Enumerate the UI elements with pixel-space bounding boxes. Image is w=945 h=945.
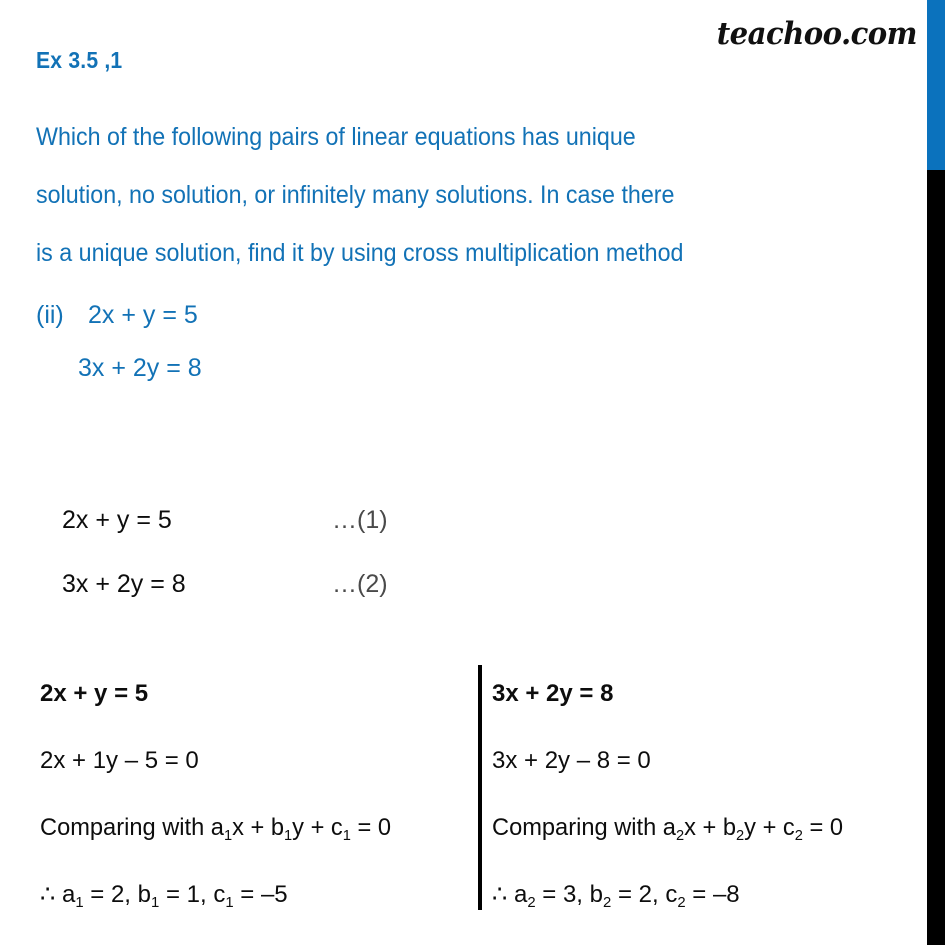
left-sub-c: 1: [342, 827, 351, 844]
question-line-1: Which of the following pairs of linear e…: [36, 123, 636, 151]
left-heading: 2x + y = 5: [40, 680, 149, 707]
right-coef-a-name: a: [513, 881, 528, 908]
right-comparing-mid-2: y + c: [744, 814, 795, 841]
left-coef-b-name: b: [137, 881, 151, 908]
question-part-block: (ii) 2x + y = 5 3x + 2y = 8: [36, 293, 202, 399]
part-equation-2: 3x + 2y = 8: [78, 354, 202, 382]
left-comparing-mid-1: x + b: [232, 814, 285, 841]
right-therefore-symbol: ∴: [492, 881, 508, 908]
left-coef-c-sub: 1: [225, 894, 234, 911]
right-standard-form: 3x + 2y – 8 = 0: [492, 747, 651, 774]
left-coef-a-sub: 1: [75, 894, 84, 911]
comparison-left-column: 2x + y = 5 2x + 1y – 5 = 0 Comparing wit…: [40, 660, 472, 928]
right-edge-black-strip: [927, 170, 945, 945]
equation-text: 3x + 2y = 8: [62, 570, 186, 598]
right-coef-b-sub: 2: [603, 894, 612, 911]
left-coef-b-sub: 1: [151, 894, 160, 911]
numbered-equation-row: 3x + 2y = 8 …(2): [62, 552, 388, 616]
right-coef-c-value: = –8: [685, 881, 740, 908]
left-comparing-line: Comparing with a1x + b1y + c1 = 0: [40, 794, 466, 861]
right-edge-blue-strip: [927, 0, 945, 170]
left-comparing-suffix: = 0: [350, 814, 392, 841]
left-coef-c-name: c: [213, 881, 226, 908]
right-comparing-mid-1: x + b: [684, 814, 737, 841]
left-coefficients-line: ∴ a1 = 2, b1 = 1, c1 = –5: [40, 861, 472, 928]
question-line-3: is a unique solution, find it by using c…: [36, 239, 684, 267]
right-coef-b-name: b: [589, 881, 603, 908]
part-first-line: (ii) 2x + y = 5: [36, 293, 202, 337]
part-equation-1: 2x + y = 5: [88, 301, 198, 329]
question-line-2: solution, no solution, or infinitely man…: [36, 181, 675, 209]
right-sub-c: 2: [794, 827, 803, 844]
right-coef-b-value: = 2,: [611, 881, 666, 908]
slide-canvas: teachoo.com Ex 3.5 ,1 Which of the follo…: [0, 0, 945, 945]
left-comparing-mid-2: y + c: [292, 814, 343, 841]
right-coef-a-sub: 2: [527, 894, 536, 911]
equation-tag: …(1): [332, 506, 388, 534]
right-heading: 3x + 2y = 8: [492, 680, 614, 707]
numbered-equation-list: 2x + y = 5 …(1) 3x + 2y = 8 …(2): [62, 488, 388, 616]
left-therefore-symbol: ∴: [40, 881, 56, 908]
right-comparing-suffix: = 0: [802, 814, 844, 841]
exercise-heading: Ex 3.5 ,1: [36, 47, 123, 73]
column-divider: [478, 665, 482, 910]
right-coef-c-name: c: [665, 881, 678, 908]
comparison-table: 2x + y = 5 2x + 1y – 5 = 0 Comparing wit…: [0, 660, 927, 911]
question-text-block: Which of the following pairs of linear e…: [36, 108, 916, 282]
left-sub-b: 1: [284, 827, 293, 844]
right-sub-b: 2: [736, 827, 745, 844]
left-coef-a-value: = 2,: [83, 881, 138, 908]
left-coef-a-name: a: [61, 881, 76, 908]
left-coef-b-value: = 1,: [159, 881, 214, 908]
comparison-right-column: 3x + 2y = 8 3x + 2y – 8 = 0 Comparing wi…: [492, 660, 927, 928]
right-coef-c-sub: 2: [677, 894, 686, 911]
numbered-equation-row: 2x + y = 5 …(1): [62, 488, 388, 552]
left-standard-form: 2x + 1y – 5 = 0: [40, 747, 199, 774]
part-label: (ii): [36, 301, 64, 329]
left-comparing-prefix: Comparing with a: [40, 814, 224, 841]
equation-text: 2x + y = 5: [62, 506, 172, 534]
teachoo-watermark: teachoo.com: [716, 16, 918, 52]
right-coef-a-value: = 3,: [535, 881, 590, 908]
equation-tag: …(2): [332, 570, 388, 598]
right-coefficients-line: ∴ a2 = 3, b2 = 2, c2 = –8: [492, 861, 927, 928]
right-comparing-prefix: Comparing with a: [492, 814, 676, 841]
left-coef-c-value: = –5: [233, 881, 288, 908]
left-sub-a: 1: [223, 827, 233, 844]
right-sub-a: 2: [675, 827, 685, 844]
right-comparing-line: Comparing with a2x + b2y + c2 = 0: [492, 794, 920, 861]
